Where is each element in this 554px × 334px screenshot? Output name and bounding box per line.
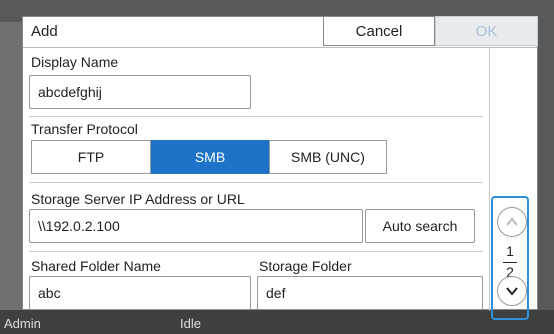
auto-search-button[interactable]: Auto search	[365, 209, 475, 243]
add-dialog: Add Cancel OK Display Name abcdefghij Tr…	[22, 16, 538, 311]
protocol-ftp-button[interactable]: FTP	[31, 140, 151, 174]
ok-button[interactable]: OK	[435, 16, 538, 46]
protocol-smb-button[interactable]: SMB	[151, 140, 269, 174]
divider	[29, 182, 483, 183]
shared-folder-field[interactable]: abc	[29, 276, 251, 310]
storage-server-field[interactable]: \\192.0.2.100	[29, 209, 363, 243]
page-up-button[interactable]	[497, 207, 527, 237]
chevron-up-icon	[506, 217, 518, 226]
storage-server-label: Storage Server IP Address or URL	[31, 191, 245, 207]
display-name-label: Display Name	[31, 54, 119, 70]
page-fraction-line	[503, 262, 517, 263]
background-status-bar: Admin Idle	[0, 310, 554, 334]
dialog-title: Add	[31, 23, 58, 40]
protocol-smb-unc-button[interactable]: SMB (UNC)	[269, 140, 387, 174]
background-status: Idle	[180, 316, 201, 331]
storage-folder-field[interactable]: def	[257, 276, 483, 310]
background-left-panel	[0, 22, 22, 312]
background-user: Admin	[4, 316, 41, 331]
page-down-button[interactable]	[497, 276, 527, 306]
display-name-field[interactable]: abcdefghij	[29, 75, 251, 109]
current-page: 1	[506, 243, 514, 259]
transfer-protocol-label: Transfer Protocol	[31, 121, 138, 137]
divider	[29, 116, 483, 117]
dialog-title-bar: Add Cancel OK	[23, 16, 538, 48]
dialog-content: Display Name abcdefghij Transfer Protoco…	[23, 48, 489, 310]
cancel-button[interactable]: Cancel	[323, 16, 435, 46]
chevron-down-icon	[506, 287, 518, 296]
storage-folder-label: Storage Folder	[259, 258, 352, 274]
scroll-panel	[489, 48, 538, 197]
divider	[29, 251, 483, 252]
shared-folder-label: Shared Folder Name	[31, 258, 161, 274]
